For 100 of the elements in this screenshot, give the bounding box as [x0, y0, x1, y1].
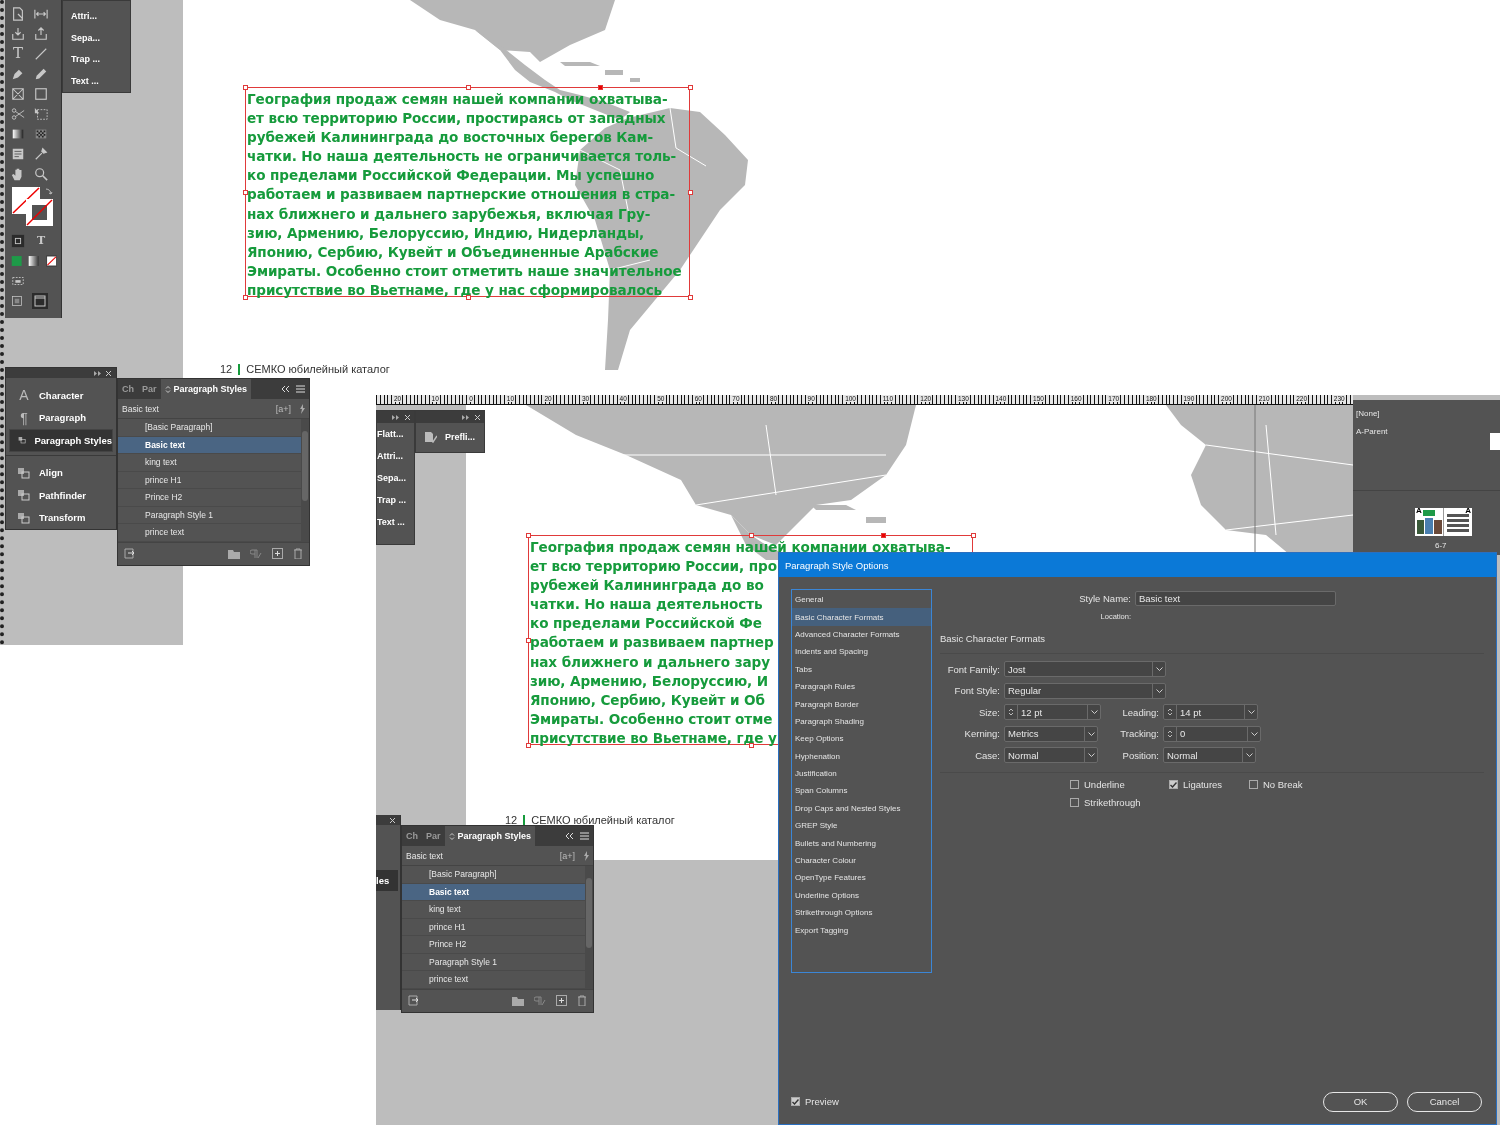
- style-list-item[interactable]: prince text: [118, 524, 301, 542]
- container-icon[interactable]: [11, 233, 25, 248]
- transform-tool-icon[interactable]: [34, 106, 48, 121]
- text-frame[interactable]: [245, 87, 690, 297]
- spread-thumbnail[interactable]: A A: [1415, 508, 1472, 536]
- new-style-button[interactable]: [a+]: [275, 403, 291, 414]
- panel-item[interactable]: Trap ...: [377, 489, 414, 511]
- panel-tab[interactable]: Paragraph Styles: [160, 379, 252, 399]
- panel-dock-item[interactable]: Transform: [9, 506, 113, 529]
- style-list-item[interactable]: [Basic Paragraph]: [118, 419, 301, 437]
- formatting-text-toggle[interactable]: T: [34, 233, 48, 248]
- panel-item[interactable]: Attri...: [63, 5, 130, 27]
- style-list-item[interactable]: king text: [118, 454, 301, 472]
- style-list-item[interactable]: Paragraph Style 1: [402, 953, 585, 971]
- section-list-item[interactable]: Paragraph Shading: [792, 712, 931, 731]
- panel-tab[interactable]: Par: [138, 379, 161, 399]
- section-list-item[interactable]: General: [792, 591, 931, 609]
- eyedropper-icon[interactable]: [34, 146, 48, 161]
- section-list-item[interactable]: Strikethrough Options: [792, 904, 931, 922]
- dropdown[interactable]: Normal: [1163, 747, 1256, 763]
- type-tool[interactable]: T: [11, 46, 25, 61]
- panel-item[interactable]: Text ...: [63, 70, 130, 92]
- lightning-icon[interactable]: [299, 403, 305, 414]
- dropdown[interactable]: Regular: [1004, 682, 1166, 699]
- section-list-item[interactable]: Keep Options: [792, 730, 931, 748]
- spinner-icon[interactable]: [1167, 707, 1173, 717]
- style-list-item[interactable]: prince text: [402, 971, 585, 989]
- panel-dock-item[interactable]: Align: [9, 461, 113, 484]
- caret-icon[interactable]: [1155, 667, 1163, 671]
- section-list-item[interactable]: Bullets and Numbering: [792, 834, 931, 852]
- master-page-item[interactable]: [None]: [1353, 400, 1500, 418]
- style-list-item[interactable]: Paragraph Style 1: [118, 506, 301, 524]
- checkbox[interactable]: Preview: [791, 1096, 839, 1107]
- tray-icon[interactable]: [34, 26, 48, 41]
- dropdown[interactable]: Jost: [1004, 661, 1166, 677]
- caret-icon[interactable]: [1087, 731, 1095, 736]
- panel-dock-item[interactable]: ¶ Paragraph: [9, 406, 113, 429]
- gradient-swatch-icon[interactable]: [28, 254, 40, 267]
- style-list-item[interactable]: Prince H2: [402, 936, 585, 954]
- section-list-item[interactable]: Underline Options: [792, 886, 931, 905]
- load-styles-icon[interactable]: [124, 548, 136, 559]
- caret-icon[interactable]: [1245, 753, 1253, 757]
- checkbox[interactable]: Strikethrough: [1070, 797, 1169, 808]
- close-icon[interactable]: [106, 370, 111, 376]
- trash-icon[interactable]: [293, 548, 303, 559]
- caret-icon[interactable]: [1155, 688, 1163, 693]
- checkbox[interactable]: No Break: [1249, 779, 1329, 790]
- caret-icon[interactable]: [1247, 710, 1255, 714]
- menu-icon[interactable]: [580, 832, 589, 840]
- folder-icon[interactable]: [512, 995, 524, 1006]
- expand-icon[interactable]: [462, 414, 469, 420]
- hand-icon[interactable]: [11, 166, 25, 181]
- sort-arrows-icon[interactable]: [164, 384, 171, 394]
- panel-item[interactable]: Trap ...: [63, 48, 130, 71]
- dropdown[interactable]: Normal: [1004, 747, 1098, 763]
- new-item-icon[interactable]: [272, 548, 283, 559]
- expand-icon[interactable]: [392, 414, 399, 420]
- section-list-item[interactable]: Indents and Spacing: [792, 643, 931, 661]
- pencil-icon[interactable]: [34, 66, 48, 81]
- panel-dock-item[interactable]: A Character: [9, 384, 113, 407]
- lightning-icon[interactable]: [583, 850, 589, 861]
- screen-mode-icon[interactable]: [32, 292, 48, 309]
- panel-dock-item[interactable]: Paragraph Styles: [9, 429, 113, 452]
- dropdown[interactable]: Metrics: [1004, 725, 1098, 742]
- section-list-item[interactable]: Drop Caps and Nested Styles: [792, 799, 931, 818]
- collapse-icon[interactable]: [281, 385, 290, 393]
- section-list-item[interactable]: Character Colour: [792, 851, 931, 870]
- style-list-item[interactable]: king text: [402, 901, 585, 919]
- section-list-item[interactable]: Paragraph Border: [792, 695, 931, 713]
- master-page-item[interactable]: A-Parent: [1353, 418, 1500, 436]
- style-list-item[interactable]: prince H1: [402, 918, 585, 936]
- line-tool-icon[interactable]: [34, 46, 48, 61]
- none-swatch-icon[interactable]: [45, 254, 57, 267]
- panel-item[interactable]: Attri...: [377, 445, 414, 467]
- panel-tab[interactable]: Par: [422, 826, 445, 846]
- close-icon[interactable]: [475, 414, 480, 420]
- close-icon[interactable]: [390, 817, 395, 823]
- section-list-item[interactable]: Justification: [792, 764, 931, 783]
- frame-tool-icon[interactable]: [11, 86, 25, 101]
- section-list-item[interactable]: Hyphenation: [792, 747, 931, 765]
- section-list-item[interactable]: GREP Style: [792, 817, 931, 835]
- new-style-button[interactable]: [a+]: [559, 850, 575, 861]
- dropdown[interactable]: 14 pt: [1163, 704, 1258, 720]
- scrollbar[interactable]: [301, 419, 309, 542]
- panel-item[interactable]: Text ...: [377, 511, 414, 533]
- panel-item[interactable]: Prefli...: [416, 423, 484, 451]
- collapse-icon[interactable]: [565, 832, 574, 840]
- panel-tab[interactable]: Paragraph Styles: [444, 826, 536, 846]
- section-list-item[interactable]: Span Columns: [792, 782, 931, 800]
- search-icon[interactable]: [34, 166, 48, 181]
- scissors-icon[interactable]: [11, 106, 25, 121]
- dropdown[interactable]: 0: [1163, 725, 1261, 742]
- panel-dock-item[interactable]: Pathfinder: [9, 484, 113, 507]
- spinner-icon[interactable]: [1008, 707, 1014, 717]
- caret-icon[interactable]: [1087, 753, 1095, 757]
- panel-dock-item[interactable]: les: [376, 870, 398, 891]
- section-list-item[interactable]: Paragraph Rules: [792, 677, 931, 696]
- panel-item[interactable]: Sepa...: [63, 26, 130, 49]
- fill-stroke-drawing[interactable]: [11, 186, 56, 228]
- checkbox[interactable]: Underline: [1070, 779, 1169, 790]
